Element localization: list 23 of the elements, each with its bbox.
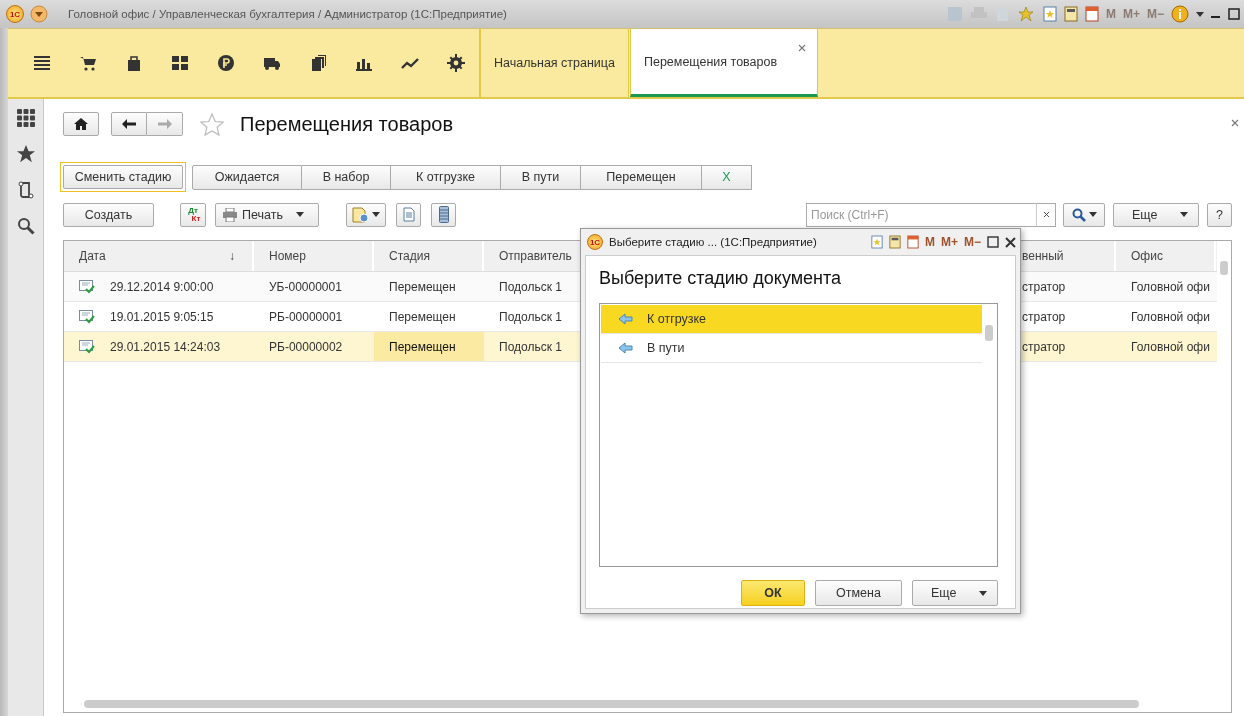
table-cell: Перемещен	[389, 309, 456, 324]
table-cell: УБ-00000001	[269, 279, 342, 294]
table-cell: Подольск 1	[499, 279, 562, 294]
table-cell: РБ-00000001	[269, 309, 343, 324]
table-cell: 19.01.2015 9:05:15	[110, 309, 214, 324]
table-cell: Головной офи	[1131, 339, 1210, 354]
table-cell: стратор	[1022, 309, 1066, 324]
table-cell: РБ-00000002	[269, 339, 343, 354]
table-cell: Головной офи	[1131, 309, 1210, 324]
table-cell: Перемещен	[389, 279, 456, 294]
table-cell: Подольск 1	[499, 309, 562, 324]
window-title: Головной офис / Управленческая бухгалтерия / Администратор (1С:Предприятие)	[68, 8, 507, 20]
dialog-heading: Выберите стадию документа	[599, 268, 843, 289]
table-cell: Подольск 1	[499, 339, 562, 354]
table-cell: Перемещен	[389, 339, 456, 354]
app-logo: 1С	[587, 234, 603, 250]
dialog-title: Выберите стадию ... (1С:Предприятие)	[609, 236, 817, 248]
table-cell: 29.12.2014 9:00:00	[110, 279, 214, 294]
table-cell: стратор	[1022, 339, 1066, 354]
page-title: Перемещения товаров	[240, 112, 454, 136]
table-cell: 29.01.2015 14:24:03	[110, 339, 221, 354]
table-cell: стратор	[1022, 279, 1066, 294]
table-cell: Головной офи	[1131, 279, 1210, 294]
